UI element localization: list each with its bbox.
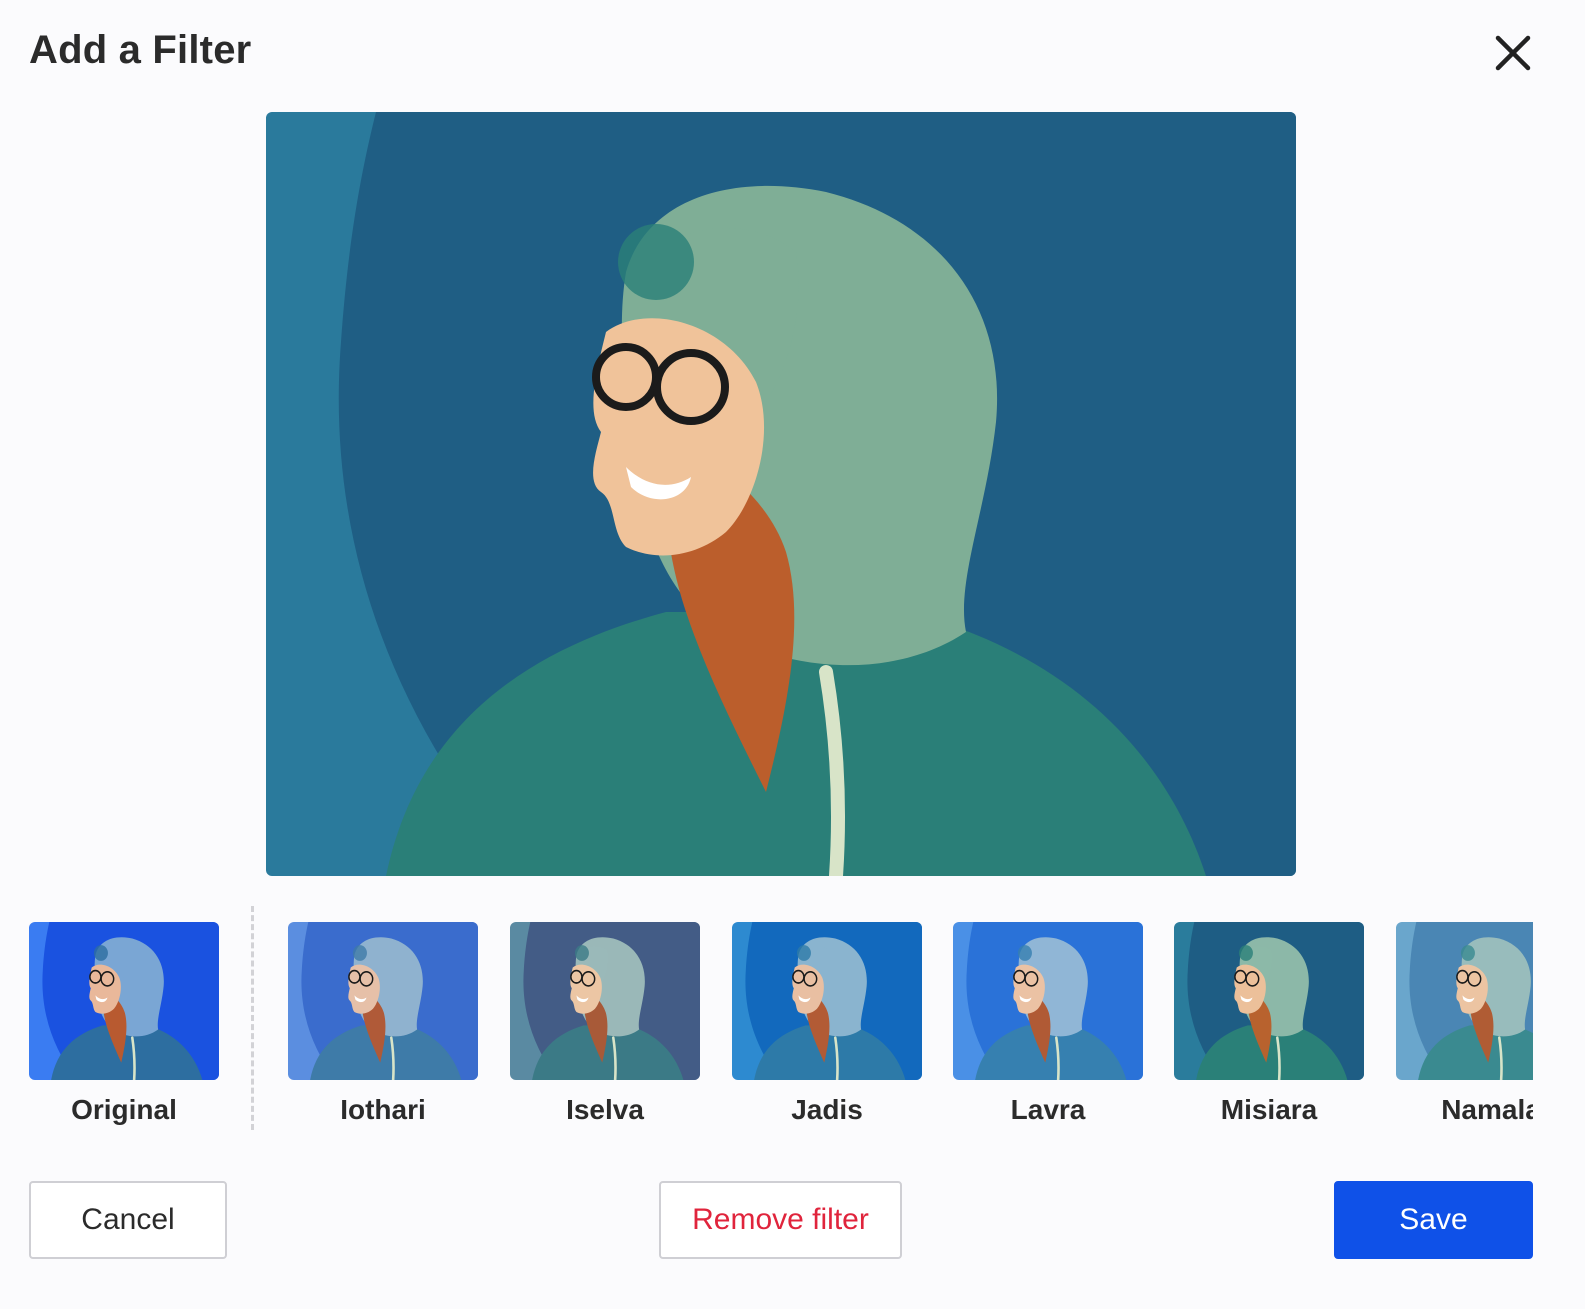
thumbnail-photo <box>1396 922 1533 1080</box>
filter-label: Iothari <box>340 1094 426 1125</box>
dialog-title: Add a Filter <box>29 28 252 72</box>
thumbnail-photo <box>732 922 922 1080</box>
remove-filter-button[interactable]: Remove filter <box>659 1181 902 1259</box>
filter-label: Lavra <box>1010 1094 1086 1125</box>
thumbnail-photo <box>1174 922 1364 1080</box>
filter-thumbnail <box>1396 922 1533 1080</box>
filter-thumbnail <box>732 922 922 1080</box>
filter-thumbnail <box>510 922 700 1080</box>
filter-label: Namala <box>1441 1094 1533 1125</box>
beanie-patch <box>93 945 108 961</box>
filter-thumbnail <box>953 922 1143 1080</box>
filter-label: Misiara <box>1220 1094 1318 1125</box>
thumbnail-photo <box>288 922 478 1080</box>
filter-label: Jadis <box>791 1094 863 1125</box>
save-button[interactable]: Save <box>1334 1181 1533 1259</box>
filter-option-iothari[interactable]: Iothari <box>288 922 478 1126</box>
cancel-button[interactable]: Cancel <box>29 1181 227 1259</box>
filter-option-original[interactable]: Original <box>29 922 219 1126</box>
beanie-patch <box>796 945 811 961</box>
filter-thumbnail <box>288 922 478 1080</box>
beanie-patch <box>574 945 589 961</box>
filter-thumbnail <box>1174 922 1364 1080</box>
glasses-bridge <box>652 376 660 386</box>
filter-option-iselva[interactable]: Iselva <box>510 922 700 1126</box>
filter-option-jadis[interactable]: Jadis <box>732 922 922 1126</box>
filter-strip: Original Iothari Iselva Jadis Lavra Misiara Na… <box>29 922 1533 1132</box>
filter-option-namala[interactable]: Namala <box>1396 922 1533 1126</box>
close-icon <box>1495 35 1531 71</box>
filter-option-lavra[interactable]: Lavra <box>953 922 1143 1126</box>
filter-thumbnail <box>29 922 219 1080</box>
filter-label: Original <box>71 1094 177 1125</box>
beanie-patch <box>1460 945 1475 961</box>
filter-label: Iselva <box>566 1094 644 1125</box>
beanie-patch <box>1238 945 1253 961</box>
thumbnail-photo <box>510 922 700 1080</box>
preview-image <box>266 112 1296 876</box>
beanie-patch <box>1017 945 1032 961</box>
beanie-patch <box>618 224 694 300</box>
preview-photo <box>266 112 1296 876</box>
beanie-patch <box>352 945 367 961</box>
filter-option-misiara[interactable]: Misiara <box>1174 922 1364 1126</box>
thumbnail-photo <box>29 922 219 1080</box>
thumbnail-photo <box>953 922 1143 1080</box>
close-button[interactable] <box>1492 32 1534 74</box>
